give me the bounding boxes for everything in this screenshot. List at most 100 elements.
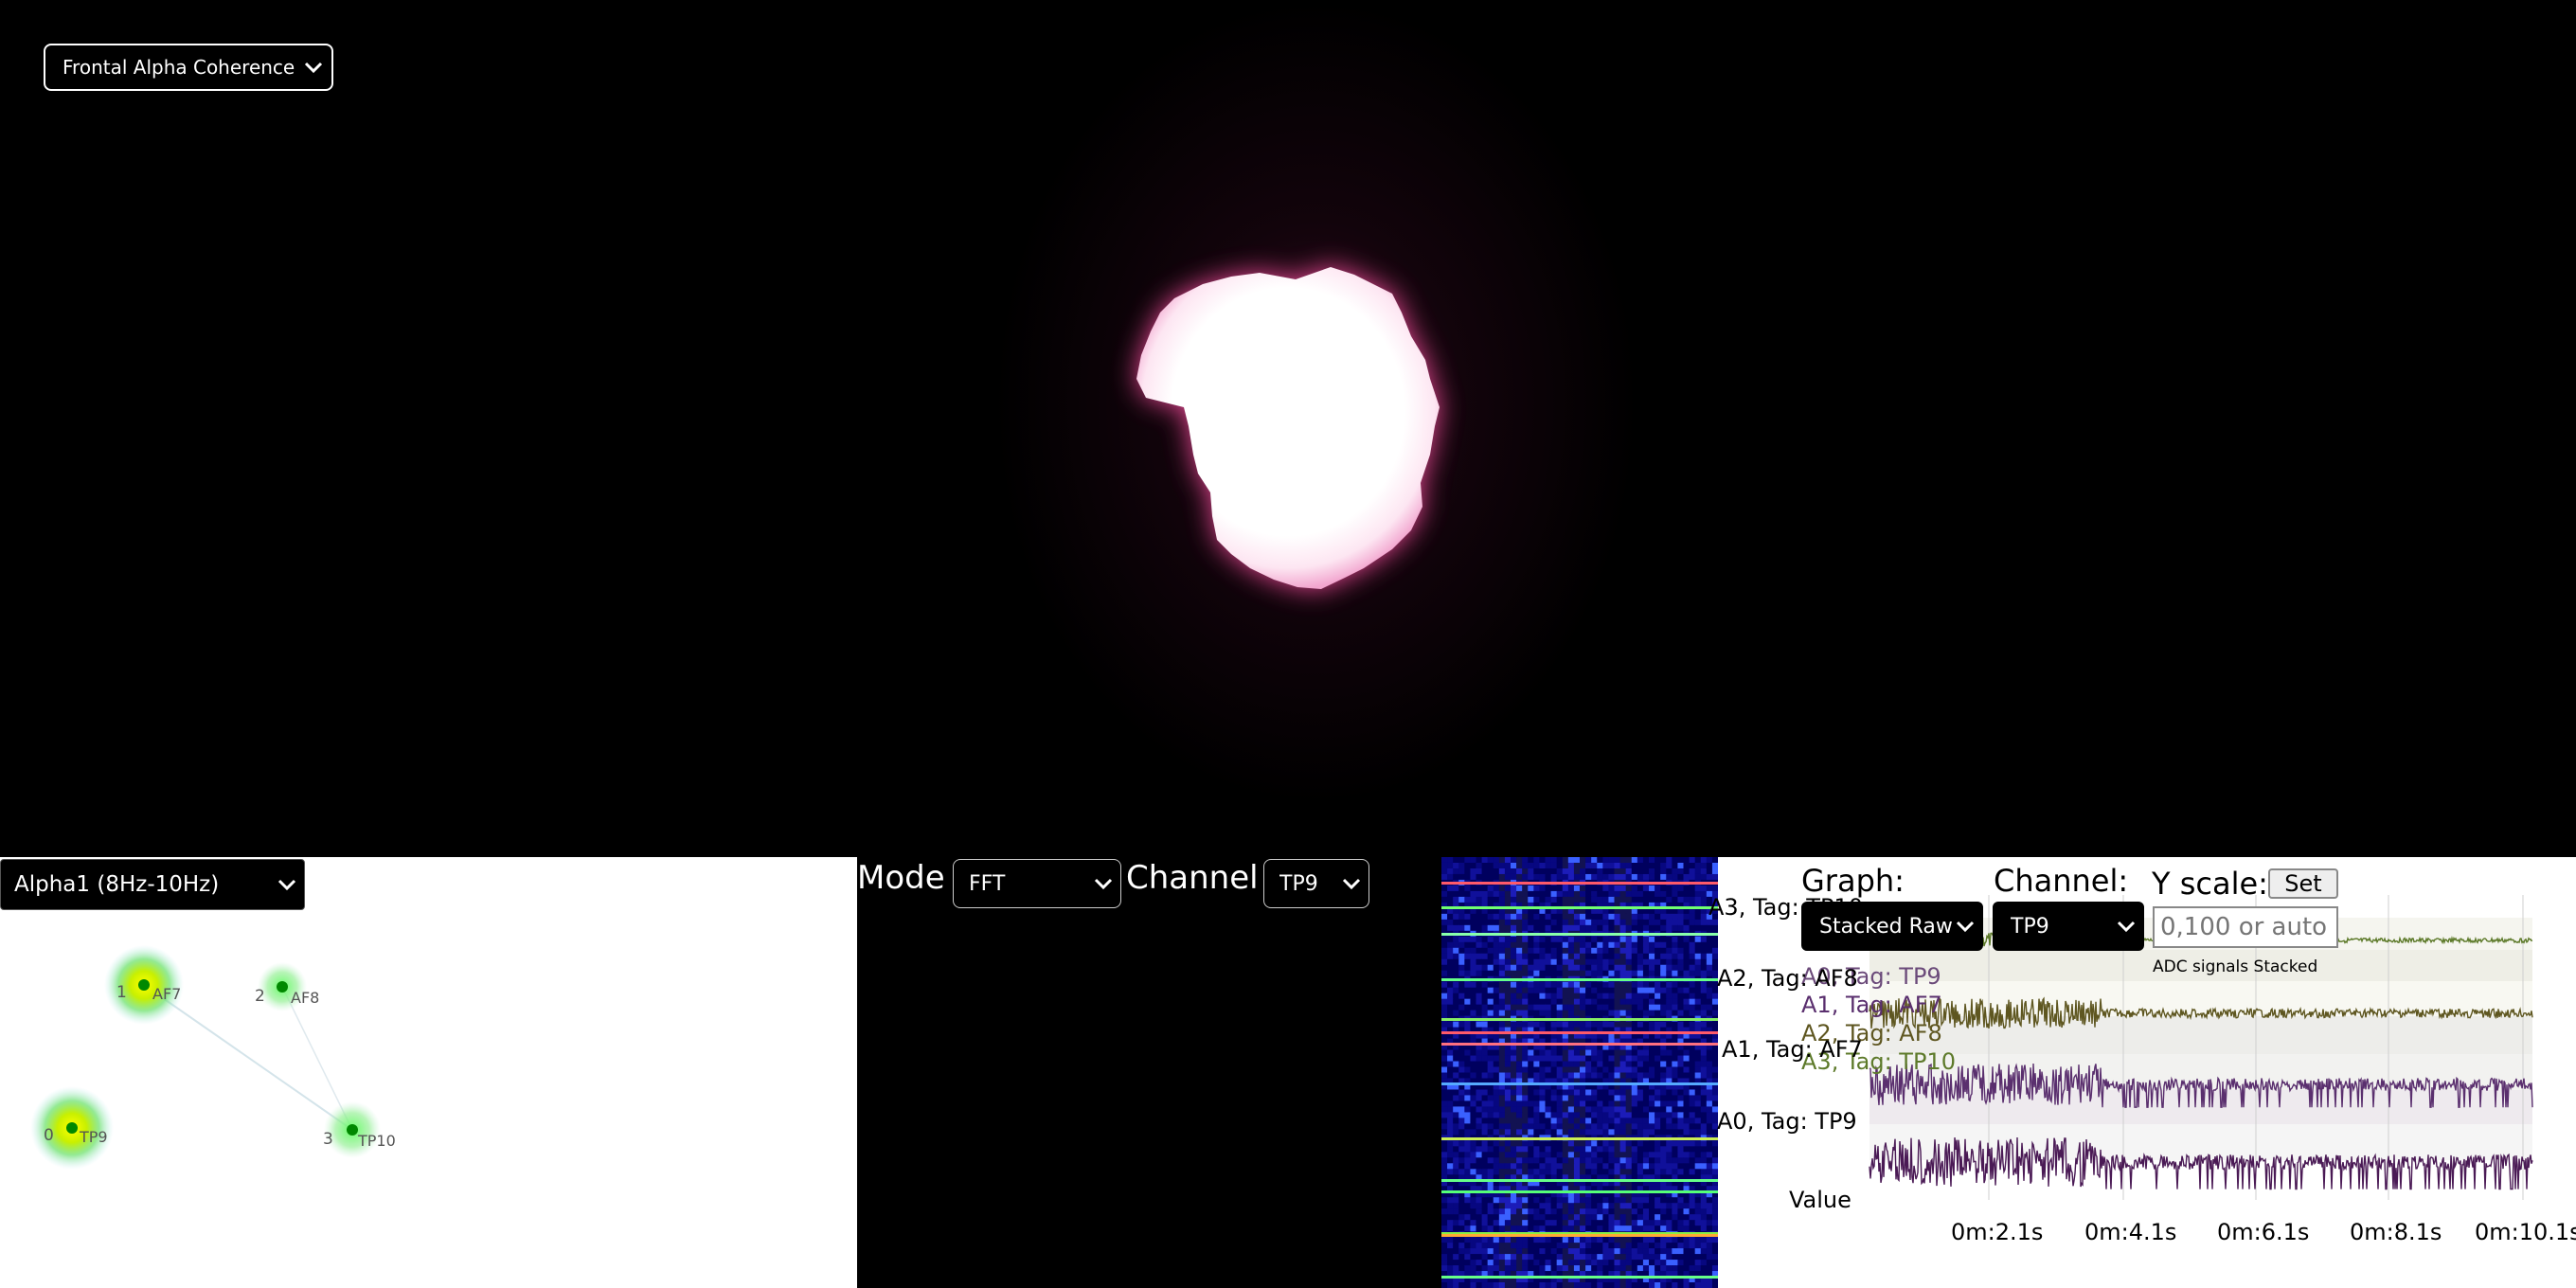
spectrogram-cell (1556, 1225, 1564, 1232)
spectrogram-cell (1642, 1010, 1650, 1017)
spectrogram-cell (1677, 1129, 1684, 1136)
spectrogram-cell (1694, 1152, 1702, 1158)
spectrogram-cell (1556, 1157, 1564, 1164)
spectrogram-cell (1528, 1072, 1534, 1079)
spectrogram-cell (1694, 970, 1702, 977)
spectrogram-cell (1655, 1106, 1661, 1113)
spectrogram-cell (1441, 1260, 1448, 1266)
spectrogram-cell (1441, 964, 1448, 972)
spectrogram-cell (1700, 1112, 1708, 1118)
spectrogram-cell (1631, 993, 1638, 1000)
spectrogram-cell (1453, 1061, 1459, 1067)
spectrogram-cell (1666, 862, 1673, 869)
spectrogram-cell (1556, 885, 1564, 892)
spectrogram-cell (1706, 1220, 1713, 1226)
spectrogram-cell (1666, 941, 1673, 949)
spectrogram-line (1441, 1276, 1718, 1279)
spectrogram-cell (1619, 953, 1627, 960)
spectrogram-cell (1516, 1214, 1523, 1221)
spectrogram-cell (1631, 1237, 1638, 1243)
spectrogram-cell (1476, 873, 1482, 881)
fft-channel-select[interactable]: TP9 (1263, 859, 1369, 908)
spectrogram-cell (1441, 1214, 1448, 1221)
spectrogram-cell (1504, 998, 1512, 1006)
spectrogram-cell (1493, 1214, 1500, 1221)
spectrogram-cell (1533, 987, 1540, 994)
spectrogram-cell (1562, 1163, 1569, 1170)
set-button[interactable]: Set (2268, 868, 2338, 899)
spectrogram-cell (1666, 993, 1673, 1000)
spectrogram-cell (1637, 936, 1644, 943)
spectrogram-cell (1625, 1123, 1633, 1130)
metric-select[interactable]: Frontal Alpha Coherence (44, 44, 333, 91)
spectrogram-cell (1597, 1157, 1603, 1164)
spectrogram-cell (1642, 998, 1650, 1006)
spectrogram-cell (1660, 1112, 1667, 1118)
spectrogram-cell (1683, 1146, 1690, 1153)
yscale-input[interactable] (2153, 906, 2338, 948)
electrode-node-af8[interactable] (277, 981, 288, 993)
electrode-node-tp9[interactable] (66, 1122, 78, 1134)
spectrogram-cell (1528, 868, 1534, 875)
spectrogram-cell (1453, 1220, 1459, 1226)
spectrogram-cell (1706, 998, 1713, 1006)
spectrogram-cell (1487, 1157, 1494, 1164)
spectrogram-cell (1447, 1203, 1454, 1209)
spectrogram-cell (1458, 1004, 1465, 1011)
spectrogram-cell (1511, 919, 1517, 926)
spectrogram-cell (1580, 1248, 1586, 1255)
electrode-node-af7[interactable] (138, 979, 150, 991)
spectrogram-cell (1481, 913, 1489, 921)
spectrogram-cell (1580, 987, 1586, 994)
spectrogram-cell (1580, 998, 1586, 1006)
spectrogram-cell (1585, 970, 1592, 977)
spectrogram-cell (1545, 1049, 1551, 1056)
spectrogram-cell (1614, 1225, 1620, 1232)
spectrogram-cell (1619, 1066, 1627, 1073)
spectrogram-cell (1481, 1123, 1489, 1130)
spectrogram-cell (1464, 896, 1471, 903)
spectrogram-cell (1556, 1100, 1564, 1107)
spectrogram-cell (1660, 1049, 1667, 1056)
spectrogram-cell (1511, 1157, 1517, 1164)
spectrogram-cell (1498, 1146, 1506, 1153)
spectrogram-cell (1528, 1163, 1534, 1170)
spectrogram-cell (1642, 1123, 1650, 1130)
spectrogram-cell (1580, 1055, 1586, 1062)
spectrogram-cell (1493, 1248, 1500, 1255)
spectrogram-cell (1689, 998, 1696, 1006)
spectrogram-cell (1689, 1100, 1696, 1107)
spectrogram-cell (1441, 890, 1448, 898)
spectrogram-cell (1458, 1243, 1465, 1249)
spectrogram-cell (1533, 1089, 1540, 1096)
graph-channel-select[interactable]: TP9 (1993, 902, 2144, 951)
spectrogram-cell (1585, 1004, 1592, 1011)
spectrogram-cell (1528, 953, 1534, 960)
spectrogram-cell (1672, 1197, 1678, 1204)
mode-select[interactable]: FFT (953, 859, 1121, 908)
spectrogram-cell (1545, 947, 1551, 955)
spectrogram-cell (1666, 1021, 1673, 1029)
spectrogram-cell (1567, 1152, 1575, 1158)
spectrogram-cell (1441, 1049, 1448, 1056)
spectrogram-cell (1447, 947, 1454, 955)
spectrogram-cell (1453, 1129, 1459, 1136)
spectrogram-cell (1689, 873, 1696, 881)
spectrogram-cell (1476, 1100, 1482, 1107)
spectrogram-cell (1608, 993, 1615, 1000)
spectrogram-cell (1700, 1208, 1708, 1215)
spectrogram-cell (1602, 936, 1609, 943)
spectrogram-cell (1660, 873, 1667, 881)
spectrogram-cell (1597, 1220, 1603, 1226)
spectrogram-cell (1516, 1129, 1523, 1136)
spectrogram-cell (1556, 913, 1564, 921)
spectrogram-cell (1493, 1123, 1500, 1130)
electrode-node-tp10[interactable] (347, 1124, 358, 1136)
spectrogram-cell (1562, 1265, 1569, 1272)
spectrogram-cell (1453, 1282, 1459, 1288)
spectrogram-cell (1470, 1100, 1476, 1107)
spectrogram-cell (1567, 1157, 1575, 1164)
spectrogram-cell (1487, 947, 1494, 955)
spectrogram-cell (1672, 873, 1678, 881)
spectrogram-cell (1573, 1282, 1581, 1288)
